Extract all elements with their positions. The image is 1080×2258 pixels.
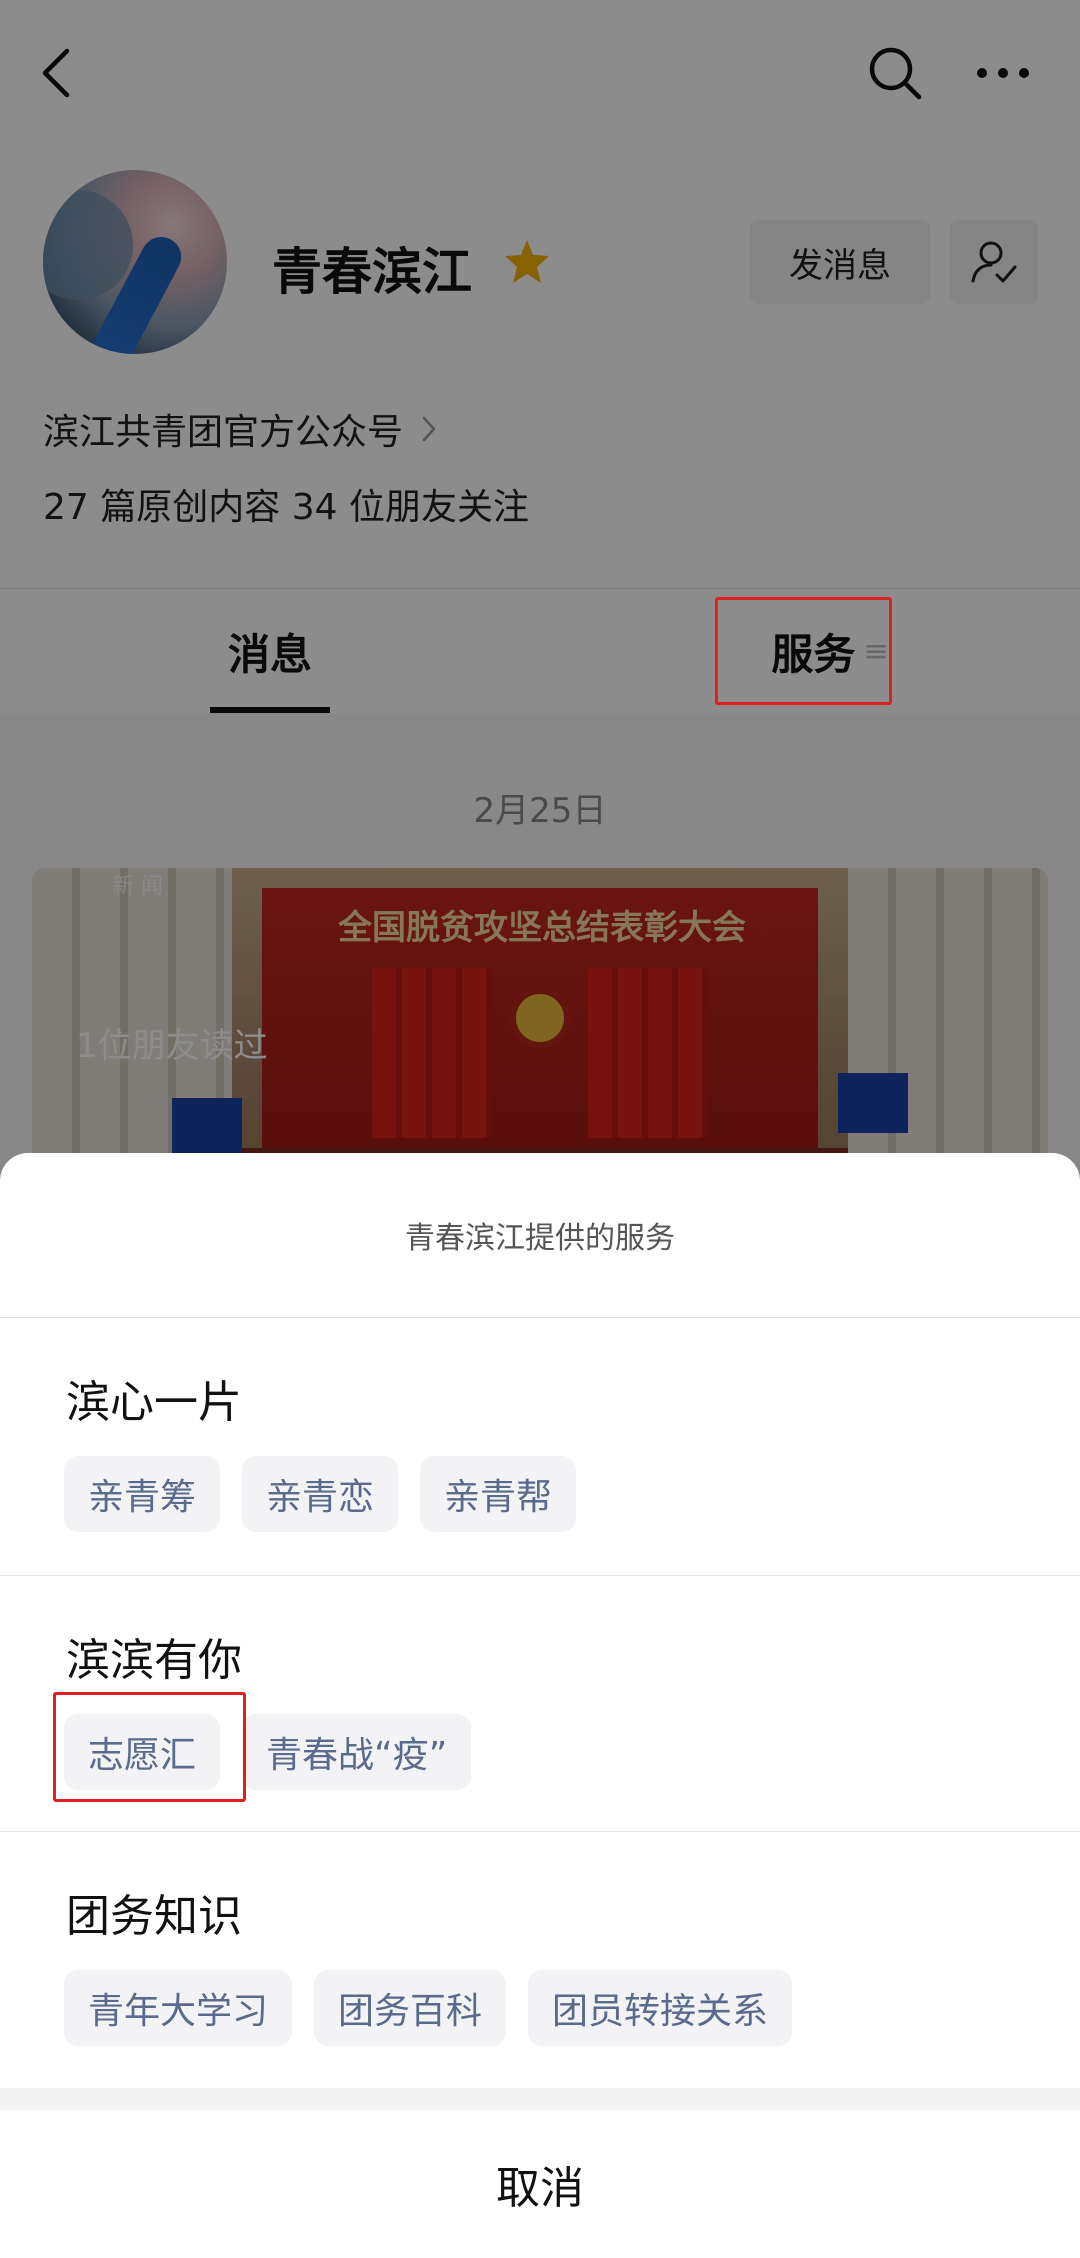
service-chip-qinqinglian[interactable]: 亲青恋 xyxy=(242,1456,399,1532)
cancel-button[interactable]: 取消 xyxy=(0,2110,1080,2258)
service-chip-qingnian-daxuexi[interactable]: 青年大学习 xyxy=(64,1970,293,2046)
service-chip-qinqingchou[interactable]: 亲青筹 xyxy=(64,1456,221,1532)
section-title: 滨滨有你 xyxy=(66,1635,242,1686)
service-chip-tuanwu-baike[interactable]: 团务百科 xyxy=(314,1970,507,2046)
service-chip-tuanyuan-zhuanjie[interactable]: 团员转接关系 xyxy=(528,1970,793,2046)
section-title: 滨心一片 xyxy=(66,1377,242,1428)
section-title: 团务知识 xyxy=(66,1891,242,1942)
service-chip-qinqingbang[interactable]: 亲青帮 xyxy=(420,1456,577,1532)
service-section: 团务知识 青年大学习 团务百科 团员转接关系 xyxy=(0,1832,1080,2088)
service-section: 滨滨有你 志愿汇 青春战“疫” xyxy=(0,1576,1080,1832)
service-chip-qingchun-zhanyi[interactable]: 青春战“疫” xyxy=(242,1714,472,1790)
sheet-divider xyxy=(0,2088,1080,2110)
sheet-title: 青春滨江提供的服务 xyxy=(0,1153,1080,1318)
service-chip-zhiyuanhui[interactable]: 志愿汇 xyxy=(64,1714,221,1790)
services-sheet: 青春滨江提供的服务 滨心一片 亲青筹 亲青恋 亲青帮 滨滨有你 志愿汇 青春战“… xyxy=(0,1153,1080,2258)
service-section: 滨心一片 亲青筹 亲青恋 亲青帮 xyxy=(0,1318,1080,1576)
